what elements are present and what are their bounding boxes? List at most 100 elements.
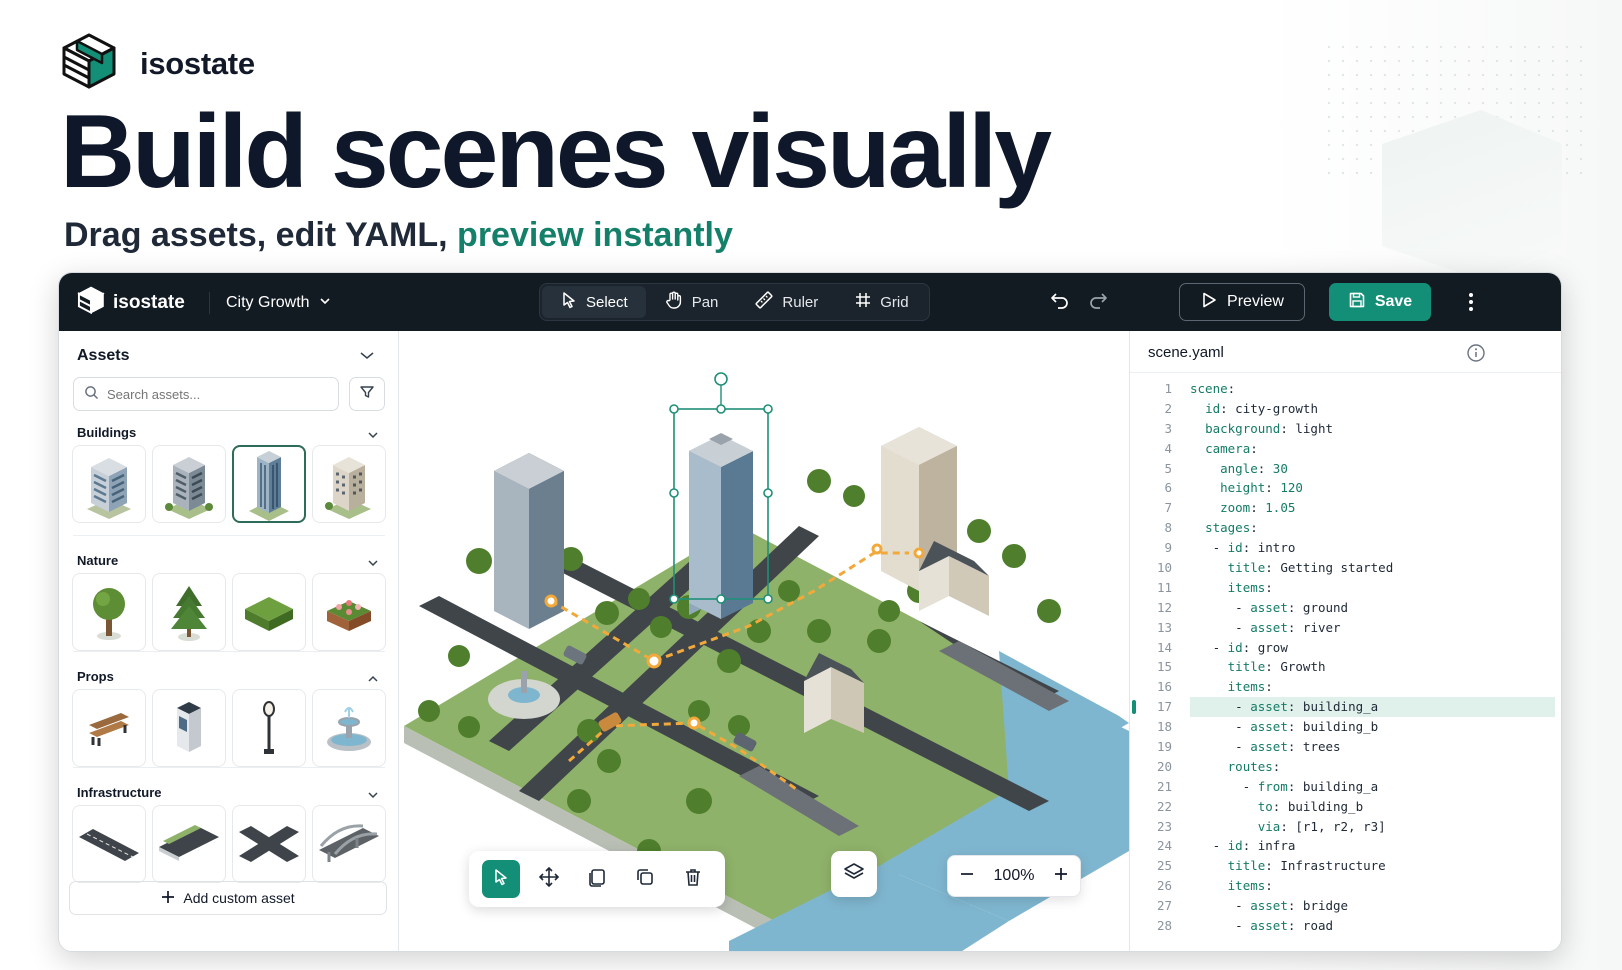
line-number: 1 bbox=[1164, 381, 1172, 396]
layers-button[interactable] bbox=[831, 851, 877, 897]
more-menu-button[interactable] bbox=[1459, 289, 1483, 315]
asset-kiosk[interactable] bbox=[152, 689, 226, 767]
code-line[interactable]: 15 title: Growth bbox=[1130, 657, 1561, 677]
line-number: 7 bbox=[1164, 500, 1172, 516]
asset-building-apartment[interactable] bbox=[312, 445, 386, 523]
code-line[interactable]: 26 items: bbox=[1130, 876, 1561, 896]
line-number: 2 bbox=[1164, 400, 1172, 416]
collapse-panel-icon[interactable] bbox=[359, 349, 375, 367]
asset-road-sidewalk[interactable] bbox=[152, 805, 226, 883]
code-line[interactable]: 19 - asset: trees bbox=[1130, 737, 1561, 757]
hedge-icon bbox=[245, 597, 293, 631]
grid-icon bbox=[854, 291, 872, 313]
code-line[interactable]: 21 - from: building_a bbox=[1130, 777, 1561, 797]
headline: Build scenes visually bbox=[60, 94, 1052, 210]
code-line[interactable]: 1 scene: bbox=[1130, 379, 1561, 399]
code-line[interactable]: 27 - asset: bridge bbox=[1130, 896, 1561, 916]
code-line[interactable]: 2 id: city-growth bbox=[1130, 399, 1561, 419]
asset-street-lamp[interactable] bbox=[232, 689, 306, 767]
code-line[interactable]: 6 height: 120 bbox=[1130, 478, 1561, 498]
code-line[interactable]: 5 angle: 30 bbox=[1130, 459, 1561, 479]
line-text: height: 120 bbox=[1220, 480, 1303, 496]
tool-pan[interactable]: Pan bbox=[646, 286, 737, 318]
divider bbox=[73, 535, 385, 536]
tool-select[interactable]: Select bbox=[542, 286, 646, 318]
asset-flower-planter[interactable] bbox=[312, 573, 386, 651]
asset-bench[interactable] bbox=[72, 689, 146, 767]
chevron-up-icon[interactable] bbox=[367, 671, 379, 689]
line-text: items: bbox=[1227, 878, 1273, 894]
line-text: stages: bbox=[1205, 520, 1258, 536]
code-line[interactable]: 16 items: bbox=[1130, 677, 1561, 697]
code-line[interactable]: 4 camera: bbox=[1130, 439, 1561, 459]
zoom-out-icon[interactable] bbox=[960, 867, 974, 886]
redo-icon[interactable] bbox=[1087, 289, 1109, 316]
asset-building-tower[interactable] bbox=[232, 445, 306, 523]
code-line[interactable]: 11 items: bbox=[1130, 578, 1561, 598]
preview-button[interactable]: Preview bbox=[1179, 283, 1305, 321]
copy-tool-button[interactable] bbox=[626, 860, 664, 898]
line-text: - id: grow bbox=[1190, 639, 1288, 655]
code-line[interactable]: 23 via: [r1, r2, r3] bbox=[1130, 817, 1561, 837]
move-tool-button[interactable] bbox=[530, 860, 568, 898]
play-icon bbox=[1200, 291, 1218, 314]
asset-bridge[interactable] bbox=[312, 805, 386, 883]
asset-road-straight[interactable] bbox=[72, 805, 146, 883]
select-tool-button[interactable] bbox=[482, 860, 520, 898]
delete-tool-button[interactable] bbox=[674, 860, 712, 898]
search-input[interactable] bbox=[107, 386, 307, 402]
line-text: title: Growth bbox=[1227, 659, 1326, 675]
zoom-in-icon[interactable] bbox=[1054, 867, 1068, 886]
tool-ruler[interactable]: Ruler bbox=[736, 286, 836, 318]
line-text: via: [r1, r2, r3] bbox=[1257, 818, 1386, 834]
asset-tree-pine[interactable] bbox=[152, 573, 226, 651]
line-text: camera: bbox=[1205, 440, 1258, 456]
code-line[interactable]: 25 title: Infrastructure bbox=[1130, 856, 1561, 876]
code-line[interactable]: 18 - asset: building_b bbox=[1130, 717, 1561, 737]
pine-tree-icon bbox=[171, 586, 207, 641]
code-line[interactable]: 13 - asset: river bbox=[1130, 618, 1561, 638]
code-line[interactable]: 9 - id: intro bbox=[1130, 538, 1561, 558]
tool-grid[interactable]: Grid bbox=[836, 286, 926, 318]
asset-fountain[interactable] bbox=[312, 689, 386, 767]
line-text: items: bbox=[1227, 679, 1273, 695]
line-number: 19 bbox=[1156, 739, 1172, 755]
code-line[interactable]: 22 to: building_b bbox=[1130, 797, 1561, 817]
copy-icon bbox=[635, 867, 655, 892]
project-selector[interactable]: City Growth bbox=[209, 292, 332, 314]
preview-label: Preview bbox=[1227, 293, 1284, 310]
chevron-down-icon[interactable] bbox=[367, 787, 379, 805]
add-custom-asset-button[interactable]: Add custom asset bbox=[69, 881, 387, 915]
code-line[interactable]: 12 - asset: ground bbox=[1130, 598, 1561, 618]
yaml-code[interactable]: 1 scene: 2 id: city-growth 3 background: li… bbox=[1130, 379, 1561, 936]
code-line[interactable]: 7 zoom: 1.05 bbox=[1130, 498, 1561, 518]
code-line[interactable]: 20 routes: bbox=[1130, 757, 1561, 777]
code-line[interactable]: 17 - asset: building_a bbox=[1130, 697, 1561, 718]
chevron-down-icon[interactable] bbox=[367, 427, 379, 445]
code-line[interactable]: 14 - id: grow bbox=[1130, 638, 1561, 658]
asset-tree-round[interactable] bbox=[72, 573, 146, 651]
duplicate-tool-button[interactable] bbox=[578, 860, 616, 898]
tool-ruler-label: Ruler bbox=[782, 293, 819, 311]
code-line[interactable]: 10 title: Getting started bbox=[1130, 558, 1561, 578]
asset-hedge[interactable] bbox=[232, 573, 306, 651]
code-line[interactable]: 24 - id: infra bbox=[1130, 836, 1561, 856]
line-number: 4 bbox=[1164, 440, 1172, 456]
code-line[interactable]: 3 background: light bbox=[1130, 419, 1561, 439]
undo-icon[interactable] bbox=[1049, 289, 1071, 316]
asset-building-office[interactable] bbox=[152, 445, 226, 523]
info-icon[interactable] bbox=[1466, 343, 1486, 368]
code-line[interactable]: 8 stages: bbox=[1130, 518, 1561, 538]
chevron-down-icon[interactable] bbox=[367, 555, 379, 573]
subheadline-prefix: Drag assets, edit YAML, bbox=[64, 216, 458, 254]
asset-road-intersection[interactable] bbox=[232, 805, 306, 883]
asset-grid bbox=[72, 689, 386, 767]
filter-button[interactable] bbox=[349, 377, 385, 411]
code-line[interactable]: 28 - asset: road bbox=[1130, 916, 1561, 936]
line-number: 21 bbox=[1156, 778, 1172, 794]
app-logo[interactable]: isostate bbox=[77, 286, 185, 319]
scene-canvas[interactable]: 100% bbox=[399, 331, 1129, 951]
save-button[interactable]: Save bbox=[1329, 283, 1431, 321]
asset-building-glass[interactable] bbox=[72, 445, 146, 523]
cursor-icon bbox=[560, 291, 578, 313]
